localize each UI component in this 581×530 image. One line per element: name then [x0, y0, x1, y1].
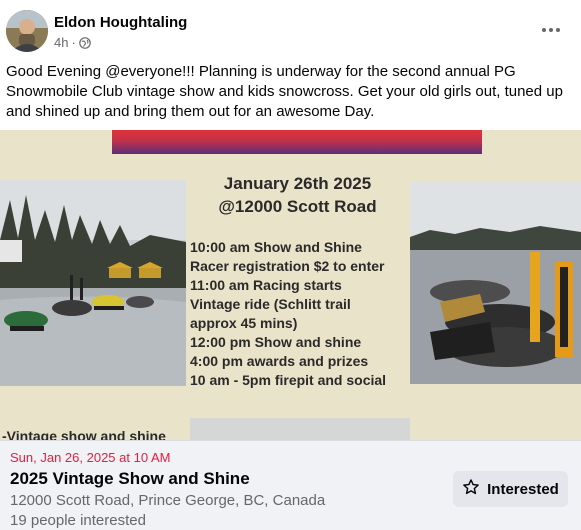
bottom-photo-strip [190, 418, 410, 440]
schedule-item: 4:00 pm awards and prizes [190, 353, 369, 369]
right-snowmobile-photo [410, 182, 581, 384]
schedule-item: 11:00 am Racing starts [190, 277, 342, 293]
poster-date-line: January 26th 2025 [223, 174, 372, 193]
event-cover-image[interactable]: January 26th 2025 @12000 Scott Road 10:0… [0, 130, 581, 440]
event-date: Sun, Jan 26, 2025 at 10 AM [10, 450, 171, 465]
author-name[interactable]: Eldon Houghtaling [54, 14, 187, 31]
star-icon [462, 478, 480, 500]
left-snowmobile-photo [0, 180, 186, 386]
schedule-item: 10:00 am Show and Shine [190, 239, 362, 255]
avatar[interactable] [6, 10, 48, 52]
schedule-item: Racer registration $2 to enter [190, 258, 385, 274]
interested-button-label: Interested [487, 480, 559, 498]
post-time[interactable]: 4h [54, 35, 68, 50]
poster-title: January 26th 2025 @12000 Scott Road [190, 172, 405, 218]
event-location: 12000 Scott Road, Prince George, BC, Can… [10, 492, 326, 509]
poster-schedule: 10:00 am Show and Shine Racer registrati… [190, 238, 412, 390]
post-card: Eldon Houghtaling 4h · Good Evening @eve… [0, 0, 581, 530]
poster-location-line: @12000 Scott Road [218, 197, 377, 216]
more-options-icon[interactable] [539, 20, 563, 40]
event-title[interactable]: 2025 Vintage Show and Shine [10, 469, 250, 489]
globe-icon [79, 36, 91, 49]
post-text: Good Evening @everyone!!! Planning is un… [6, 63, 563, 120]
schedule-item: 10 am - 5pm firepit and social [190, 372, 387, 388]
event-details[interactable]: Sun, Jan 26, 2025 at 10 AM 2025 Vintage … [0, 440, 581, 530]
poster-color-band [112, 130, 482, 154]
poster-bottom-caption: -Vintage show and shine [2, 428, 166, 440]
interested-button[interactable]: Interested [453, 471, 568, 507]
schedule-item: 12:00 pm Show and shine [190, 334, 362, 350]
meta-separator: · [71, 35, 76, 50]
schedule-item: Vintage ride (Schlitt trail [190, 296, 351, 312]
post-meta: 4h · [54, 35, 91, 50]
schedule-item: approx 45 mins) [190, 315, 298, 331]
interested-count: 19 people interested [10, 512, 146, 529]
